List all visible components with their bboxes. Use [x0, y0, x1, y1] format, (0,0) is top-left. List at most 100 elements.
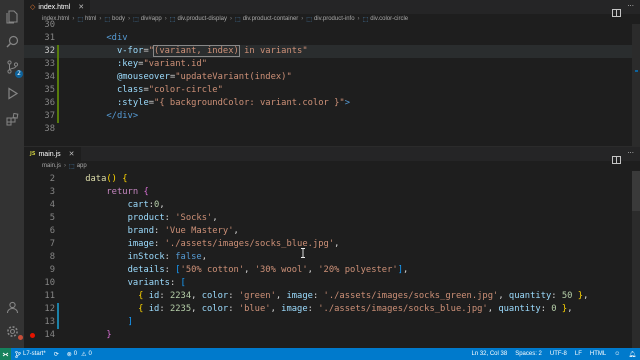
code-line[interactable]: 6 brand: 'Vue Mastery', [24, 225, 640, 238]
gutter-change-marker [57, 45, 59, 58]
scroll-marker [635, 70, 638, 72]
code-line[interactable]: 31 <div [24, 32, 640, 45]
breadcrumb-label: main.js [42, 163, 62, 169]
code-line[interactable]: 13 ] [24, 316, 640, 329]
line-number: 6 [49, 226, 55, 236]
code-text: details: ['50% cotton', '30% wool', '20%… [127, 265, 409, 275]
end-of-line[interactable]: LF [571, 351, 586, 357]
scrollbar-top[interactable] [632, 24, 640, 146]
line-number: 35 [44, 85, 55, 95]
close-icon[interactable]: ✕ [69, 150, 75, 158]
code-line[interactable]: 35 class="color-circle" [24, 84, 640, 97]
account-icon[interactable] [3, 298, 21, 316]
line-number: 14 [44, 330, 55, 340]
code-line[interactable]: 38 [24, 123, 640, 136]
scrollbar-bottom[interactable] [632, 171, 640, 349]
code-line[interactable]: 9 details: ['50% cotton', '30% wool', '2… [24, 264, 640, 277]
line-number: 36 [44, 98, 55, 108]
line-number: 7 [49, 239, 55, 249]
code-text: variants: [ [127, 278, 186, 288]
breakpoint-icon[interactable] [30, 333, 35, 338]
close-icon[interactable]: ✕ [78, 3, 84, 11]
code-line[interactable]: 33 :key="variant.id" [24, 58, 640, 71]
code-line[interactable]: 34 @mouseover="updateVariant(index)" [24, 71, 640, 84]
remote-indicator[interactable] [0, 348, 11, 360]
activity-bar: 2 [0, 0, 24, 348]
run-debug-icon[interactable] [3, 84, 21, 102]
sync-icon: ⟳ [53, 351, 59, 358]
search-icon[interactable] [3, 32, 21, 50]
branch-name: L7-start* [23, 351, 46, 357]
code-line[interactable]: 7 image: './assets/images/socks_blue.jpg… [24, 238, 640, 251]
code-text: { id: 2235, color: 'blue', image: './ass… [138, 304, 573, 314]
code-area-bottom[interactable]: 1const app = 2 data() {3 return {4 cart:… [24, 171, 640, 349]
explorer-icon[interactable] [3, 8, 21, 26]
code-text: @mouseover="updateVariant(index)" [116, 72, 292, 82]
line-number: 33 [44, 59, 55, 69]
code-line[interactable]: 37 </div> [24, 110, 640, 123]
encoding[interactable]: UTF-8 [546, 351, 571, 357]
breadcrumb-item[interactable]: main.js [42, 163, 61, 169]
line-number: 4 [49, 200, 55, 210]
breadcrumb-item[interactable]: ⬚ app [69, 163, 87, 170]
split-editor-icon[interactable] [612, 149, 622, 168]
code-line[interactable]: 36 :style="{ backgroundColor: variant.co… [24, 97, 640, 110]
branch-icon [15, 350, 21, 358]
code-text: product: 'Socks', [127, 213, 218, 223]
code-line[interactable]: 5 product: 'Socks', [24, 212, 640, 225]
code-line[interactable]: 14 } [24, 329, 640, 342]
code-line[interactable]: 11 { id: 2234, color: 'green', image: '.… [24, 290, 640, 303]
code-text: inStock: false, [127, 252, 208, 262]
notifications-icon[interactable]: 🔔︎ [624, 351, 640, 358]
gutter-change-marker [57, 110, 59, 123]
code-area-top[interactable]: 30 31 <div 32 v-for="(variant, index) in v… [24, 20, 640, 146]
error-count: 0 [73, 351, 78, 357]
code-text: } [106, 330, 112, 340]
source-control-icon[interactable]: 2 [3, 58, 23, 78]
gutter-change-marker [57, 84, 59, 97]
settings-gear-icon[interactable] [3, 322, 23, 340]
code-line[interactable]: 32 v-for="(variant, index) in variants" [24, 45, 640, 58]
line-number: 2 [49, 174, 55, 184]
gutter-change-marker [57, 303, 59, 316]
feedback-icon[interactable]: ☺ [610, 351, 624, 357]
sync-status[interactable]: ⟳ [50, 351, 63, 358]
tab-label: main.js [38, 150, 61, 158]
warning-icon: ⚠ [81, 351, 87, 358]
problems-status[interactable]: ⊗ 0 ⚠ 0 [63, 351, 96, 358]
breadcrumb-bottom: main.js › ⬚ app [24, 161, 640, 171]
more-actions-icon[interactable]: ··· [627, 149, 634, 168]
line-number: 11 [44, 291, 55, 301]
code-line[interactable]: 2 data() { [24, 173, 640, 186]
code-text: return { [106, 187, 149, 197]
code-text: :style="{ backgroundColor: variant.color… [116, 98, 351, 108]
language-mode[interactable]: HTML [586, 351, 610, 357]
code-line[interactable]: 12 { id: 2235, color: 'blue', image: './… [24, 303, 640, 316]
branch-status[interactable]: L7-start* [11, 350, 50, 358]
scroll-thumb[interactable] [632, 171, 640, 211]
gutter-change-marker [57, 97, 59, 110]
tab-main-js[interactable]: JS main.js ✕ [24, 147, 81, 161]
line-number: 13 [44, 317, 55, 327]
code-text: </div> [106, 111, 139, 121]
indentation[interactable]: Spaces: 2 [511, 351, 546, 357]
gutter-change-marker [57, 71, 59, 84]
code-line[interactable]: 8 inStock: false, [24, 251, 640, 264]
tab-bar-top: ◇ index.html ✕ ··· [24, 0, 640, 17]
tab-index-html[interactable]: ◇ index.html ✕ [24, 0, 91, 14]
code-line[interactable]: 4 cart:0, [24, 199, 640, 212]
code-text: <div [106, 33, 128, 43]
extensions-icon[interactable] [3, 110, 21, 128]
editor-group-bottom: JS main.js ✕ ··· main.js›⬚app 1const app… [24, 146, 640, 349]
code-line[interactable]: 3 return { [24, 186, 640, 199]
gutter-change-marker [57, 58, 59, 71]
tab-bar-bottom: JS main.js ✕ ··· [24, 147, 640, 164]
scm-badge: 2 [15, 70, 23, 78]
code-line[interactable]: 30 [24, 19, 640, 32]
warning-count: 0 [88, 351, 92, 357]
code-line[interactable]: 10 variants: [ [24, 277, 640, 290]
line-number: 38 [44, 124, 55, 134]
cursor-position[interactable]: Ln 32, Col 38 [467, 351, 511, 357]
line-number: 12 [44, 304, 55, 314]
breadcrumb-label: app [76, 163, 87, 169]
